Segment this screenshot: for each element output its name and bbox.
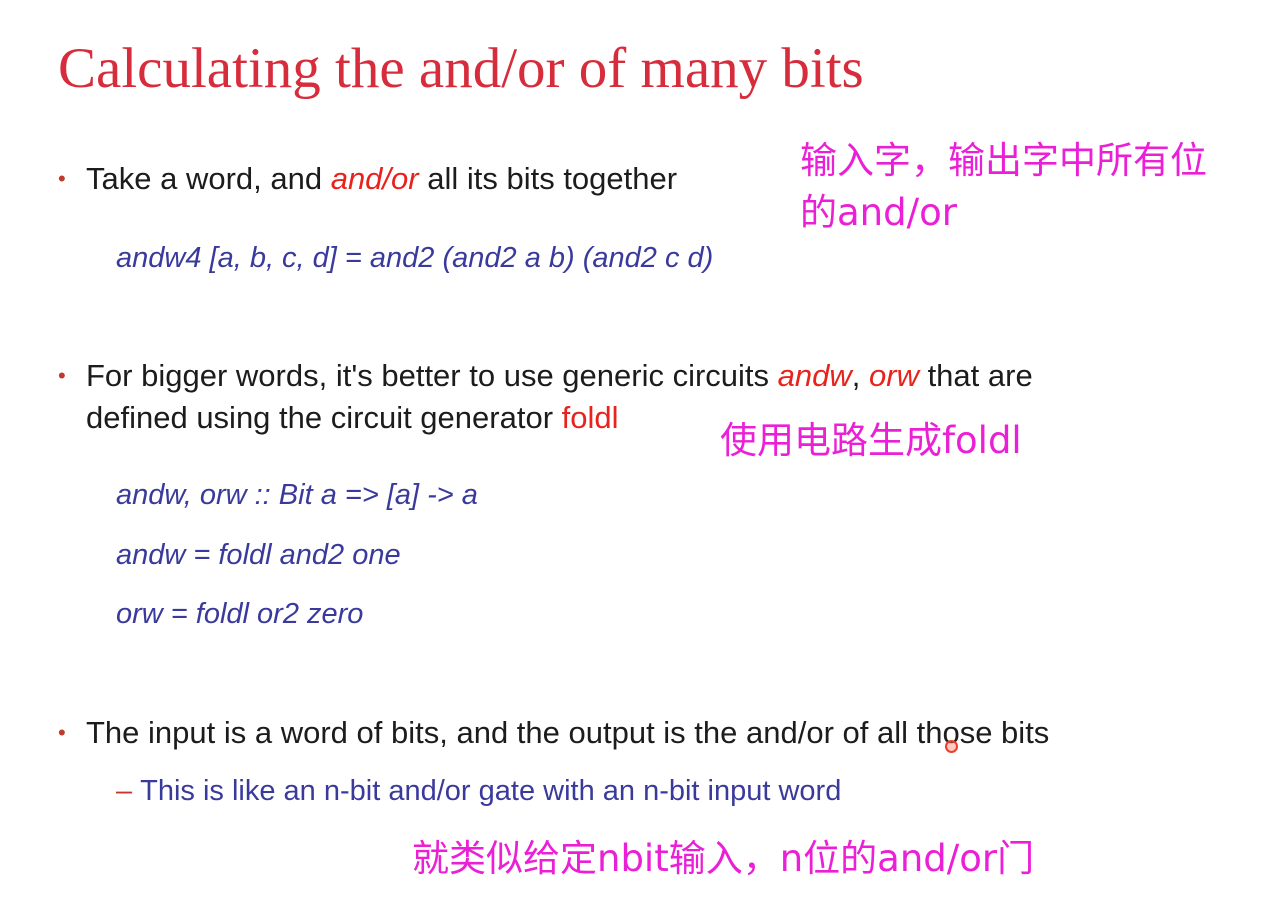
sub-bullet-dash: – bbox=[116, 775, 133, 807]
bullet-3-text: The input is a word of bits, and the out… bbox=[86, 715, 1050, 750]
code-andw4: andw4 [a, b, c, d] = and2 (and2 a b) (an… bbox=[116, 242, 714, 274]
bullet-1-text: Take a word, and and/or all its bits tog… bbox=[86, 161, 678, 196]
sub-bullet-3-text: This is like an n-bit and/or gate with a… bbox=[140, 775, 842, 807]
emphasis-foldl: foldl bbox=[561, 400, 619, 435]
sub-bullet-3: – This is like an n-bit and/or gate with … bbox=[116, 771, 841, 811]
emphasis-and-or: and/or bbox=[330, 161, 419, 196]
annotation-2: 使用电路生成foldl bbox=[720, 419, 1022, 462]
code-line-3: orw = foldl or2 zero bbox=[116, 598, 364, 630]
slide-title: Calculating the and/or of many bits bbox=[58, 37, 864, 100]
bullet-1: • Take a word, and and/or all its bits to… bbox=[58, 158, 677, 200]
emphasis-orw: orw bbox=[869, 358, 919, 393]
annotation-1-line-1: 输入字，输出字中所有位 bbox=[800, 139, 1207, 182]
code-line-1: andw, orw :: Bit a => [a] -> a bbox=[116, 479, 478, 511]
annotation-1-line-2: 的and/or bbox=[800, 191, 957, 234]
bullet-marker: • bbox=[58, 363, 66, 388]
pointer-dot-icon bbox=[945, 740, 958, 753]
bullet-marker: • bbox=[58, 166, 66, 191]
slide: Calculating the and/or of many bits • Tak… bbox=[0, 0, 1271, 898]
bullet-marker: • bbox=[58, 720, 66, 745]
annotation-3: 就类似给定nbit输入，n位的and/or门 bbox=[412, 837, 1035, 880]
bullet-3: • The input is a word of bits, and the ou… bbox=[58, 712, 1049, 754]
code-line-2: andw = foldl and2 one bbox=[116, 539, 401, 571]
emphasis-andw: andw bbox=[777, 358, 852, 393]
